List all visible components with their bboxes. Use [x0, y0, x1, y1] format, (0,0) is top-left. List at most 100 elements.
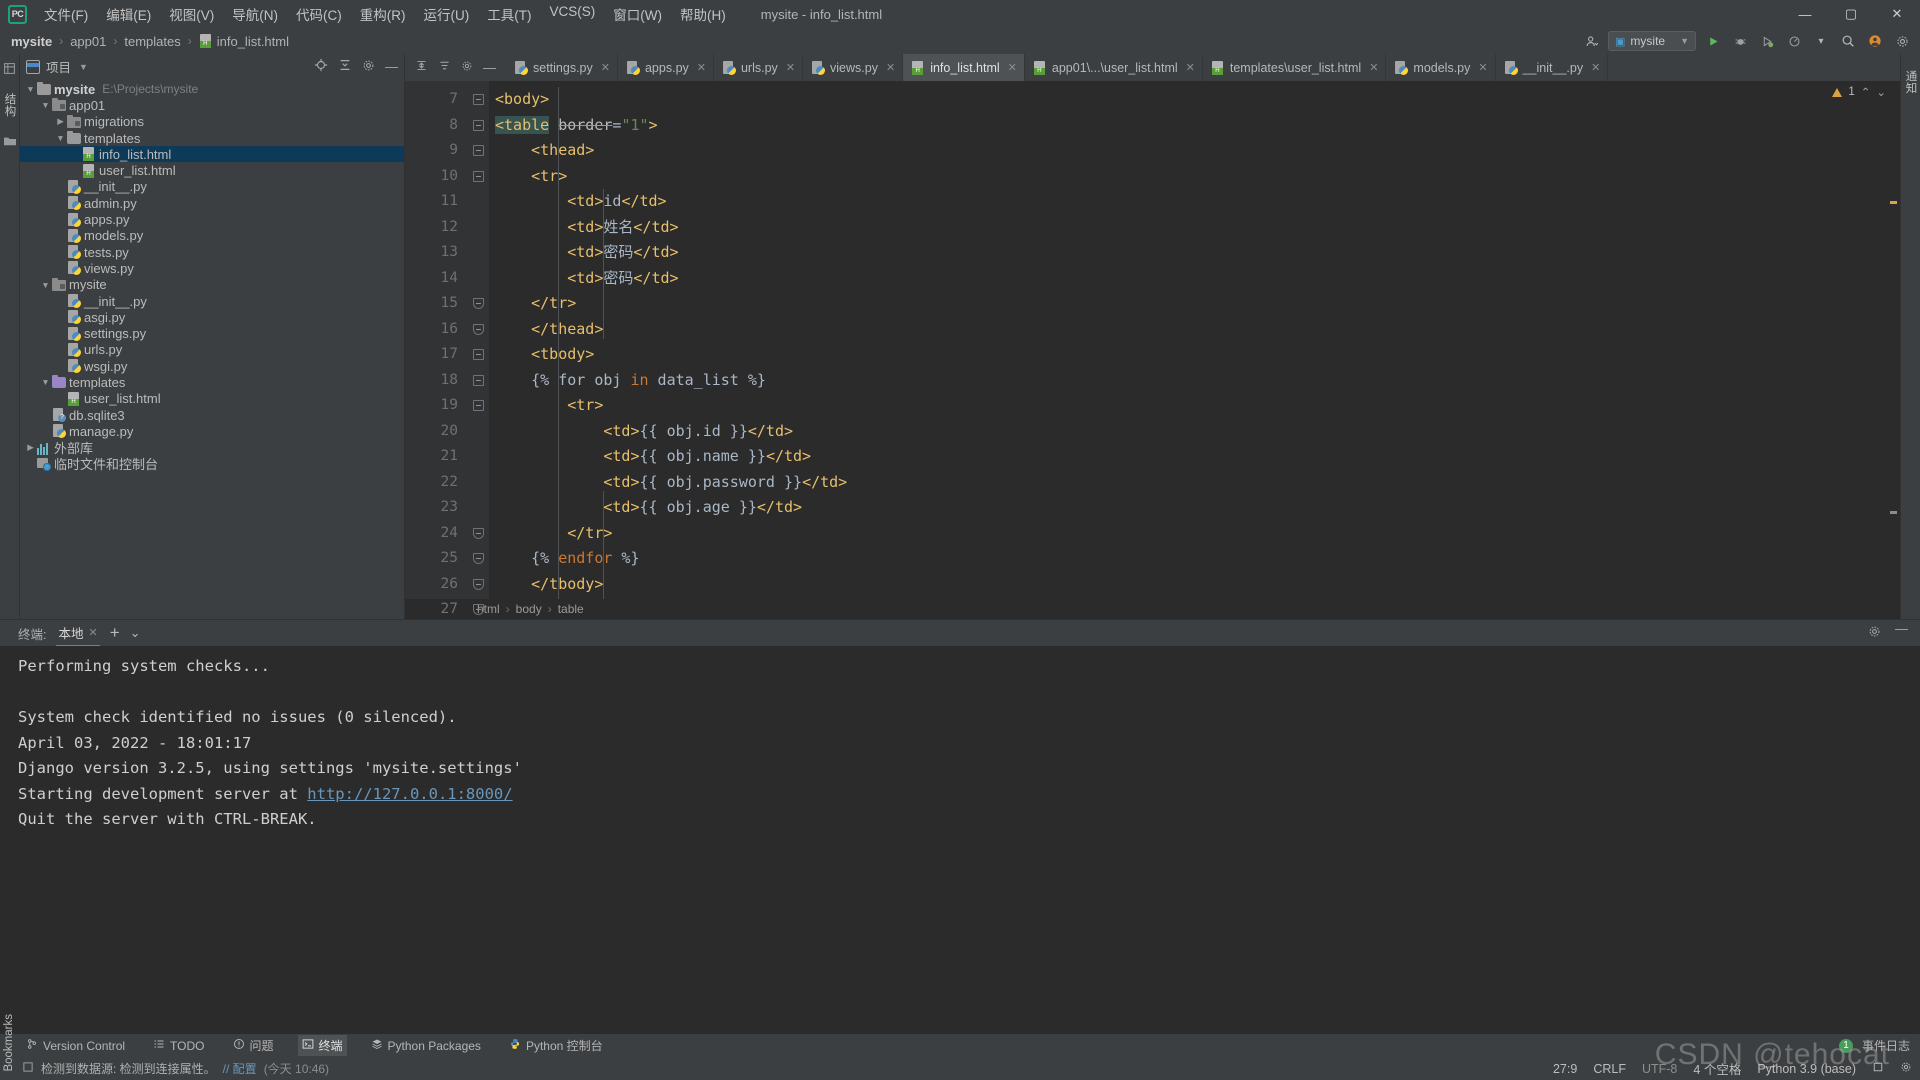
maximize-button[interactable]: ▢: [1828, 0, 1874, 28]
tree-item-migrations[interactable]: ▶ migrations: [20, 114, 404, 130]
close-icon[interactable]: ✕: [1186, 61, 1195, 74]
chevron-right-icon[interactable]: ▶: [24, 442, 37, 453]
git-branch-icon[interactable]: [1872, 1061, 1884, 1076]
event-log-area[interactable]: 1 事件日志: [1838, 1037, 1910, 1054]
menu-item-0[interactable]: 文件(F): [35, 1, 97, 27]
tree-item-templates[interactable]: ▼ templates: [20, 130, 404, 146]
code-line[interactable]: <td>{{ obj.id }}</td>: [489, 419, 1900, 445]
fold-toggle-icon[interactable]: [467, 521, 489, 547]
coverage-button[interactable]: [1757, 31, 1777, 51]
close-icon[interactable]: ✕: [697, 61, 706, 74]
editor-settings-gear-icon[interactable]: [461, 59, 473, 77]
code-line[interactable]: </tr>: [489, 291, 1900, 317]
fold-toggle-icon[interactable]: [467, 291, 489, 317]
settings-gear-icon[interactable]: [1892, 31, 1912, 51]
code-line[interactable]: <td>姓名</td>: [489, 215, 1900, 241]
tree-item-models-py[interactable]: models.py: [20, 228, 404, 244]
code-line[interactable]: <tr>: [489, 393, 1900, 419]
line-separator[interactable]: CRLF: [1593, 1062, 1626, 1076]
file-encoding[interactable]: UTF-8: [1642, 1062, 1677, 1076]
code-line[interactable]: </thead>: [489, 317, 1900, 343]
code-line[interactable]: <td>id</td>: [489, 189, 1900, 215]
editor-tab-info-list-html[interactable]: info_list.html ✕: [903, 54, 1025, 81]
tree-item-mysite[interactable]: ▼ mysite E:\Projects\mysite: [20, 81, 404, 97]
python-interpreter[interactable]: Python 3.9 (base): [1757, 1062, 1856, 1076]
collapse-all-icon[interactable]: [338, 58, 352, 75]
hide-editor-icon[interactable]: —: [483, 61, 496, 74]
code-line[interactable]: <td>{{ obj.password }}</td>: [489, 470, 1900, 496]
tree-item-settings-py[interactable]: settings.py: [20, 325, 404, 341]
menu-item-8[interactable]: VCS(S): [541, 1, 605, 27]
tree-item-wsgi-py[interactable]: wsgi.py: [20, 358, 404, 374]
terminal-tab-local[interactable]: 本地 ✕: [56, 620, 100, 647]
code-line[interactable]: {% endfor %}: [489, 546, 1900, 572]
structure-tool-icon[interactable]: [3, 62, 16, 75]
menu-item-6[interactable]: 运行(U): [415, 1, 479, 27]
prev-problem-icon[interactable]: ⌃: [1861, 85, 1871, 99]
status-tool-todo[interactable]: TODO: [149, 1036, 208, 1055]
tree-item-user-list-html[interactable]: user_list.html: [20, 391, 404, 407]
breadcrumb-item-app01[interactable]: app01: [67, 33, 109, 50]
tree-item-urls-py[interactable]: urls.py: [20, 342, 404, 358]
breadcrumb-item-info-list-html[interactable]: info_list.html: [196, 33, 292, 50]
menu-item-9[interactable]: 窗口(W): [604, 1, 671, 27]
code-line[interactable]: <td>密码</td>: [489, 240, 1900, 266]
close-icon[interactable]: ✕: [786, 61, 795, 74]
next-problem-icon[interactable]: ⌄: [1876, 85, 1886, 99]
code-line[interactable]: <tbody>: [489, 342, 1900, 368]
fold-toggle-icon[interactable]: [467, 546, 489, 572]
code-breadcrumb-item-body[interactable]: body: [516, 602, 542, 616]
code-line[interactable]: </table>: [489, 597, 1900, 599]
expand-all-icon[interactable]: [415, 59, 428, 77]
sidebar-item-structure[interactable]: 结构: [0, 87, 20, 123]
chevron-down-icon[interactable]: ▼: [24, 84, 37, 94]
status-config-link[interactable]: // 配置: [223, 1060, 257, 1077]
chevron-down-icon[interactable]: ▼: [79, 62, 88, 72]
inspection-widget[interactable]: 1 ⌃ ⌄: [1832, 85, 1886, 99]
sidebar-item-notifications[interactable]: 通知: [1901, 64, 1920, 100]
fold-toggle-icon[interactable]: [467, 342, 489, 368]
tree-item-user-list-html[interactable]: user_list.html: [20, 162, 404, 178]
code-line[interactable]: <body>: [489, 87, 1900, 113]
code-breadcrumb-item-table[interactable]: table: [558, 602, 584, 616]
project-folder-icon[interactable]: [3, 135, 17, 150]
tree-item-app01[interactable]: ▼ app01: [20, 97, 404, 113]
menu-item-5[interactable]: 重构(R): [351, 1, 415, 27]
code-line[interactable]: </tbody>: [489, 572, 1900, 598]
breadcrumb-item-templates[interactable]: templates: [121, 33, 183, 50]
status-tool-python-packages[interactable]: Python Packages: [367, 1036, 485, 1055]
close-icon[interactable]: ✕: [1591, 61, 1600, 74]
code-folding-gutter[interactable]: [467, 81, 489, 616]
bookmarks-label[interactable]: Bookmarks: [3, 1014, 15, 1072]
fold-toggle-icon[interactable]: [467, 317, 489, 343]
user-icon[interactable]: [1581, 31, 1601, 51]
run-configuration-selector[interactable]: ▣ mysite ▼: [1608, 31, 1696, 51]
more-actions-button[interactable]: ▾: [1811, 31, 1831, 51]
fold-toggle-icon[interactable]: [467, 597, 489, 623]
terminal-list-chevron-icon[interactable]: ⌄: [130, 625, 141, 641]
close-icon[interactable]: ✕: [1369, 61, 1378, 74]
code-line[interactable]: <td>{{ obj.age }}</td>: [489, 495, 1900, 521]
close-icon[interactable]: ✕: [1478, 61, 1487, 74]
debug-button[interactable]: [1730, 31, 1750, 51]
tree-item-admin-py[interactable]: admin.py: [20, 195, 404, 211]
code-line[interactable]: {% for obj in data_list %}: [489, 368, 1900, 394]
menu-item-4[interactable]: 代码(C): [287, 1, 351, 27]
code-line[interactable]: <table border="1">: [489, 113, 1900, 139]
code-editor[interactable]: 7 8 9 10 11 12 13 14 15 16 17 18 19 20 21 22 23 24 25 26 27 …: [405, 81, 1900, 617]
ide-settings-gear-icon[interactable]: [1900, 1061, 1912, 1076]
chevron-right-icon[interactable]: ▶: [54, 116, 67, 127]
fold-toggle-icon[interactable]: [467, 113, 489, 139]
tree-item-info-list-html[interactable]: info_list.html: [20, 146, 404, 163]
editor-tab-views-py[interactable]: views.py ✕: [803, 54, 904, 81]
tree-item-db-sqlite3[interactable]: db.sqlite3: [20, 407, 404, 423]
minimize-button[interactable]: —: [1782, 0, 1828, 28]
run-button[interactable]: [1703, 31, 1723, 51]
fold-toggle-icon[interactable]: [467, 164, 489, 190]
menu-item-2[interactable]: 视图(V): [160, 1, 223, 27]
fold-toggle-icon[interactable]: [467, 368, 489, 394]
editor-tab-apps-py[interactable]: apps.py ✕: [618, 54, 714, 81]
tree-item---------[interactable]: 临时文件和控制台: [20, 456, 404, 472]
close-icon[interactable]: ✕: [89, 626, 98, 639]
editor-tab-models-py[interactable]: models.py ✕: [1386, 54, 1496, 81]
